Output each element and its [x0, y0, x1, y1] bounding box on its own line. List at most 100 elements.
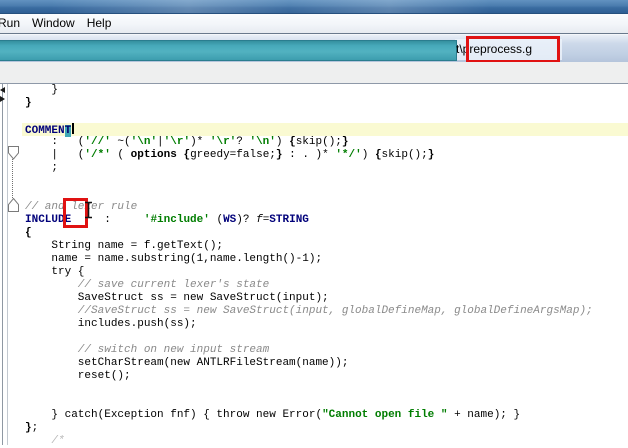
code-segment: } — [427, 149, 435, 161]
menu-bar: Run Window Help — [0, 14, 628, 34]
code-segment: ( — [110, 149, 131, 161]
code-line[interactable] — [22, 396, 628, 409]
code-line[interactable]: includes.push(ss); — [22, 318, 628, 331]
code-line[interactable]: INCLUDE : '#include' (WS)? f=STRING — [22, 214, 628, 227]
code-line[interactable]: SaveStruct ss = new SaveStruct(input); — [22, 292, 628, 305]
code-segment: '\r' — [209, 136, 237, 148]
editor[interactable]: }} COMMENT : ('//' ~('\n'|'\r')* '\r'? '\… — [0, 84, 628, 448]
code-line[interactable]: reset(); — [22, 370, 628, 383]
code-segment: '//' — [84, 136, 111, 148]
code-segment: skip(); — [381, 149, 428, 161]
code-segment: { — [374, 149, 382, 161]
code-segment: WS — [223, 214, 237, 226]
code-segment: } — [25, 422, 32, 434]
code-segment: skip(); — [295, 136, 342, 148]
code-segment: )* — [190, 136, 210, 148]
code-segment: ) — [275, 136, 290, 148]
code-segment: String name = f.getText(); — [25, 240, 224, 252]
code-line[interactable]: // save current lexer's state — [22, 279, 628, 292]
code-segment: greedy=false; — [190, 149, 276, 161]
code-segment: //SaveStruct ss = new SaveStruct(input, … — [25, 305, 593, 317]
code-segment: { — [25, 227, 32, 239]
menu-item-help[interactable]: Help — [81, 14, 118, 33]
code-segment: includes.push(ss); — [25, 318, 197, 330]
code-segment: } — [25, 84, 59, 96]
code-segment: | — [157, 136, 164, 148]
code-line[interactable]: //SaveStruct ss = new SaveStruct(input, … — [22, 305, 628, 318]
code-segment: '#include' — [143, 214, 210, 226]
code-line[interactable]: try { — [22, 266, 628, 279]
splitter-collapse-left-icon[interactable] — [0, 87, 5, 93]
code-line[interactable] — [22, 331, 628, 344]
code-line[interactable]: }; — [22, 422, 628, 435]
code-segment: f — [256, 214, 263, 226]
code-segment: ( — [209, 214, 224, 226]
code-segment: } — [275, 149, 283, 161]
code-line[interactable]: /* — [22, 435, 628, 448]
rule-end-marker-icon[interactable] — [8, 198, 20, 212]
code-segment: /* — [25, 435, 65, 447]
code-line[interactable] — [22, 383, 628, 396]
code-line[interactable]: } catch(Exception fnf) { throw new Error… — [22, 409, 628, 422]
code-line[interactable]: setCharStream(new ANTLRFileStream(name))… — [22, 357, 628, 370]
gutter-border — [7, 84, 8, 445]
path-prefix: t\ — [456, 42, 463, 56]
code-segment: : ( — [25, 136, 85, 148]
code-segment: ) — [361, 149, 375, 161]
code-segment: // switch on new input stream — [25, 344, 270, 356]
code-line[interactable] — [22, 110, 628, 123]
menu-item-window[interactable]: Window — [26, 14, 81, 33]
splitter-collapse-right-icon[interactable] — [0, 96, 5, 102]
code-line[interactable]: COMMENT — [22, 123, 628, 137]
code-segment: "Cannot open file " — [322, 409, 448, 421]
code-line[interactable]: // and lexer rule — [22, 201, 628, 214]
code-segment: setCharStream(new ANTLRFileStream(name))… — [25, 357, 349, 369]
code-segment: SaveStruct ss = new SaveStruct(input); — [25, 292, 329, 304]
path-selection-highlight — [0, 40, 457, 61]
code-segment: STRING — [269, 214, 309, 226]
code-segment: ; — [25, 162, 59, 174]
menu-item-run[interactable]: Run — [0, 14, 26, 33]
code-line[interactable]: | ('/*' ( options {greedy=false;} : . )*… — [22, 149, 628, 162]
code-segment: '\r' — [163, 136, 191, 148]
code-area[interactable]: }} COMMENT : ('//' ~('\n'|'\r')* '\r'? '\… — [22, 84, 628, 448]
rule-start-marker-icon[interactable] — [8, 146, 20, 160]
code-segment: '/*' — [84, 149, 111, 161]
code-segment: | ( — [25, 149, 85, 161]
code-segment: } catch(Exception fnf) { throw new Error… — [25, 409, 323, 421]
menu-items: Run Window Help — [0, 14, 117, 33]
code-segment: ; — [31, 422, 39, 434]
code-segment: // save current lexer's state — [25, 279, 270, 291]
code-segment: ~( — [110, 136, 131, 148]
code-segment: '*/' — [335, 149, 362, 161]
text-caret — [72, 123, 75, 134]
code-segment: '\n' — [130, 136, 158, 148]
splitter[interactable] — [2, 84, 3, 445]
titlebar-glass-highlight — [0, 0, 628, 13]
info-panel — [0, 62, 628, 84]
code-line[interactable]: ; — [22, 162, 628, 175]
code-line[interactable]: name = name.substring(1,name.length()-1)… — [22, 253, 628, 266]
code-line[interactable] — [22, 188, 628, 201]
title-bar[interactable] — [0, 0, 628, 14]
annotation-box-filename — [466, 36, 560, 63]
code-segment: try { — [25, 266, 85, 278]
ibeam-cursor-icon — [85, 201, 92, 219]
code-segment: name = name.substring(1,name.length()-1)… — [25, 253, 323, 265]
code-line[interactable]: : ('//' ~('\n'|'\r')* '\r'? '\n') {skip(… — [22, 136, 628, 149]
code-segment: } — [341, 136, 349, 148]
rule-span-dotted-line — [12, 159, 13, 198]
code-segment: { — [289, 136, 296, 148]
code-segment: } — [25, 97, 32, 109]
antlrworks-window: { "window": { "menu_items": ["Run", "Win… — [0, 0, 628, 448]
code-line[interactable] — [22, 175, 628, 188]
code-line[interactable]: String name = f.getText(); — [22, 240, 628, 253]
code-segment: + name); } — [447, 409, 521, 421]
code-segment: options — [130, 149, 177, 161]
code-line[interactable]: // switch on new input stream — [22, 344, 628, 357]
code-line[interactable]: { — [22, 227, 628, 240]
code-segment: )? — [236, 214, 257, 226]
code-line[interactable]: } — [22, 97, 628, 110]
code-segment: '\n' — [249, 136, 276, 148]
code-line[interactable]: } — [22, 84, 628, 97]
